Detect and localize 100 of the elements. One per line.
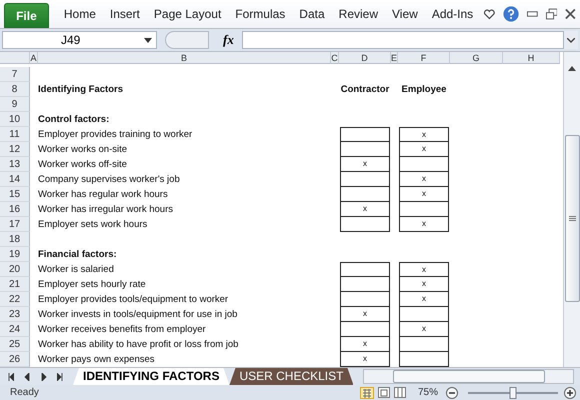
- table-cell-text: Worker is salaried: [38, 263, 115, 277]
- table-cell-text: Worker has irregular work hours: [38, 203, 174, 217]
- check-cell[interactable]: [399, 202, 449, 217]
- ribbon-tab[interactable]: Formulas: [228, 7, 292, 21]
- check-cell[interactable]: [399, 337, 449, 352]
- next-sheet-icon[interactable]: [40, 372, 48, 380]
- restore-icon[interactable]: [546, 8, 558, 20]
- row-header[interactable]: 16: [0, 202, 30, 217]
- help-icon[interactable]: [502, 5, 519, 23]
- table-cell-text: Employer sets work hours: [38, 218, 148, 232]
- row-header[interactable]: 15: [0, 187, 30, 202]
- ribbon-tab[interactable]: Data: [292, 7, 332, 21]
- last-sheet-icon[interactable]: [57, 372, 65, 380]
- row-header[interactable]: 9: [0, 97, 30, 112]
- row-header[interactable]: 11: [0, 127, 30, 142]
- table-cell-text: Company supervises worker's job: [38, 173, 181, 187]
- heart-icon[interactable]: [484, 8, 495, 20]
- expand-caret-icon[interactable]: [567, 38, 575, 42]
- check-cell[interactable]: x: [399, 172, 449, 187]
- ribbon-tab[interactable]: Add-Ins: [424, 7, 480, 21]
- check-cell[interactable]: x: [340, 157, 390, 172]
- ribbon-tab[interactable]: Home: [56, 7, 103, 21]
- page-break-view-icon[interactable]: [394, 387, 406, 398]
- row-header[interactable]: 20: [0, 262, 30, 277]
- table-cell-text: Identifying Factors: [38, 83, 124, 97]
- check-cell[interactable]: [340, 277, 390, 292]
- table-cell-text: Worker invests in tools/equipment for use in job: [38, 308, 238, 322]
- row-header[interactable]: 21: [0, 277, 30, 292]
- scroll-thumb[interactable]: [564, 135, 580, 302]
- row-header[interactable]: 23: [0, 307, 30, 322]
- check-cell[interactable]: x: [340, 202, 390, 217]
- row-header[interactable]: 14: [0, 172, 30, 187]
- check-cell[interactable]: [340, 292, 390, 307]
- check-cell[interactable]: [399, 307, 449, 322]
- check-cell[interactable]: [399, 157, 449, 172]
- first-sheet-icon[interactable]: [6, 372, 14, 380]
- zoom-out-icon[interactable]: [446, 386, 458, 398]
- page-layout-view-icon[interactable]: [378, 387, 390, 398]
- formula-input-field[interactable]: [242, 31, 564, 49]
- check-cell[interactable]: x: [399, 127, 449, 142]
- sheet-tab[interactable]: USER CHECKLIST: [229, 368, 354, 385]
- check-cell[interactable]: x: [399, 187, 449, 202]
- check-cell[interactable]: [340, 127, 390, 142]
- name-box[interactable]: J49: [2, 31, 157, 49]
- column-header[interactable]: G: [450, 52, 503, 64]
- caret-icon[interactable]: [144, 38, 152, 42]
- horizontal-scrollbar[interactable]: [363, 369, 574, 384]
- table-cell-text: Employer sets hourly rate: [38, 278, 147, 292]
- column-header[interactable]: B: [38, 52, 331, 64]
- check-cell[interactable]: x: [340, 307, 390, 322]
- column-header[interactable]: A: [30, 52, 38, 64]
- close-icon[interactable]: [565, 8, 576, 20]
- row-header[interactable]: 7: [0, 67, 30, 82]
- column-header[interactable]: H: [503, 52, 560, 64]
- zoom-in-icon[interactable]: [564, 386, 576, 398]
- check-cell[interactable]: [340, 322, 390, 337]
- zoom-level[interactable]: 75%: [418, 386, 438, 399]
- ribbon-tab[interactable]: Page Layout: [146, 7, 228, 21]
- row-header[interactable]: 24: [0, 322, 30, 337]
- check-cell[interactable]: [340, 262, 390, 277]
- check-cell[interactable]: [340, 187, 390, 202]
- sheet-tab[interactable]: IDENTIFYING FACTORS: [73, 368, 230, 385]
- check-cell[interactable]: x: [399, 262, 449, 277]
- check-cell[interactable]: x: [399, 322, 449, 337]
- check-cell[interactable]: x: [399, 217, 449, 232]
- check-cell[interactable]: x: [340, 337, 390, 352]
- ribbon-tab[interactable]: Review: [332, 7, 386, 21]
- file-tab[interactable]: File: [4, 3, 49, 28]
- check-cell[interactable]: [340, 217, 390, 232]
- check-cell[interactable]: [340, 142, 390, 157]
- row-header[interactable]: 19: [0, 247, 30, 262]
- vertical-scrollbar[interactable]: [563, 52, 580, 367]
- row-header[interactable]: 12: [0, 142, 30, 157]
- column-header[interactable]: D: [339, 52, 391, 64]
- row-header[interactable]: 22: [0, 292, 30, 307]
- ribbon-tab[interactable]: Insert: [102, 7, 147, 21]
- formula-bar-handle[interactable]: [165, 31, 209, 49]
- up-arrow-icon[interactable]: [568, 66, 576, 71]
- row-header[interactable]: 13: [0, 157, 30, 172]
- column-header[interactable]: F: [398, 52, 450, 64]
- previous-sheet-icon[interactable]: [23, 372, 31, 380]
- slider-thumb[interactable]: [510, 386, 516, 398]
- insert-function-button[interactable]: fx: [223, 32, 234, 48]
- column-header[interactable]: C: [331, 52, 339, 64]
- ribbon-tab[interactable]: View: [385, 7, 425, 21]
- scroll-thumb[interactable]: [392, 370, 545, 383]
- row-header[interactable]: 17: [0, 217, 30, 232]
- row-header[interactable]: 8: [0, 82, 30, 97]
- row-header[interactable]: 10: [0, 112, 30, 127]
- row-header[interactable]: 26: [0, 352, 30, 367]
- row-header[interactable]: 18: [0, 232, 30, 247]
- column-header[interactable]: E: [391, 52, 398, 64]
- check-cell[interactable]: x: [399, 292, 449, 307]
- column-label: Contractor: [340, 83, 390, 97]
- check-cell[interactable]: x: [399, 277, 449, 292]
- check-cell[interactable]: [340, 172, 390, 187]
- minimize-icon[interactable]: [526, 11, 538, 17]
- row-header[interactable]: 25: [0, 337, 30, 352]
- check-cell[interactable]: x: [399, 142, 449, 157]
- normal-view-icon[interactable]: [360, 386, 374, 398]
